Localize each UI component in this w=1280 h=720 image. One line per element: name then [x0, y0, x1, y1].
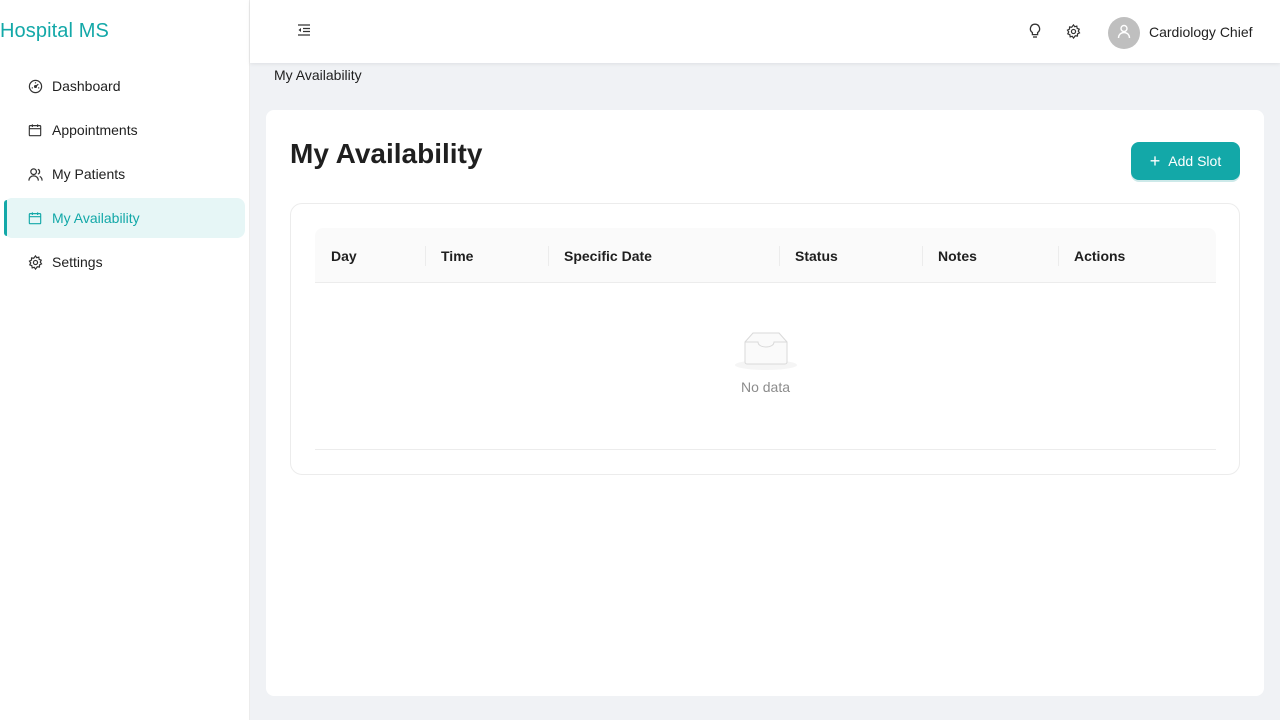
breadcrumb: My Availability [274, 67, 362, 83]
column-header-notes[interactable]: Notes [922, 228, 1058, 283]
availability-table-card: Day Time Specific Date Status Notes Acti… [290, 203, 1240, 475]
column-header-day[interactable]: Day [315, 228, 425, 283]
column-header-time[interactable]: Time [425, 228, 549, 283]
empty-state: No data [315, 329, 1216, 395]
user-name[interactable]: Cardiology Chief [1149, 24, 1253, 40]
user-icon [1116, 23, 1132, 44]
empty-inbox-icon [734, 332, 797, 370]
avatar[interactable] [1108, 17, 1140, 49]
top-header: Cardiology Chief [250, 0, 1280, 63]
sidebar-menu: Dashboard Appointments My Patients My Av… [4, 66, 245, 286]
sidebar-item-label: Dashboard [52, 78, 121, 94]
calendar-icon [27, 122, 43, 138]
dashboard-icon [27, 78, 43, 94]
table-header: Day Time Specific Date Status Notes Acti… [315, 228, 1216, 283]
page-title: My Availability [290, 138, 483, 169]
users-icon [27, 166, 43, 182]
column-header-status[interactable]: Status [779, 228, 922, 283]
add-slot-button[interactable]: + Add Slot [1131, 142, 1240, 180]
table-body: No data [315, 283, 1216, 450]
sidebar-item-label: Settings [52, 254, 103, 270]
menu-fold-icon[interactable] [296, 22, 316, 42]
calendar-icon [27, 210, 43, 226]
sidebar-item-label: My Availability [52, 210, 140, 226]
sidebar-item-my-availability[interactable]: My Availability [4, 198, 245, 238]
column-header-specific-date[interactable]: Specific Date [548, 228, 779, 283]
brand-logo[interactable]: Hospital MS [0, 20, 109, 43]
main-content-card: My Availability + Add Slot Day Time Spec… [266, 110, 1264, 696]
column-header-actions[interactable]: Actions [1058, 228, 1216, 283]
sidebar-item-label: Appointments [52, 122, 138, 138]
gear-icon [27, 254, 43, 270]
sidebar-item-dashboard[interactable]: Dashboard [4, 66, 245, 106]
sidebar-item-appointments[interactable]: Appointments [4, 110, 245, 150]
sidebar-item-settings[interactable]: Settings [4, 242, 245, 282]
sidebar-item-label: My Patients [52, 166, 126, 182]
gear-icon[interactable] [1064, 22, 1082, 40]
availability-table: Day Time Specific Date Status Notes Acti… [315, 228, 1216, 450]
bulb-icon[interactable] [1026, 22, 1044, 40]
plus-icon: + [1149, 151, 1161, 171]
sidebar-item-my-patients[interactable]: My Patients [4, 154, 245, 194]
empty-state-text: No data [740, 379, 791, 395]
sidebar: Hospital MS Dashboard Appointments My Pa… [0, 0, 250, 720]
add-slot-label: Add Slot [1168, 153, 1222, 169]
